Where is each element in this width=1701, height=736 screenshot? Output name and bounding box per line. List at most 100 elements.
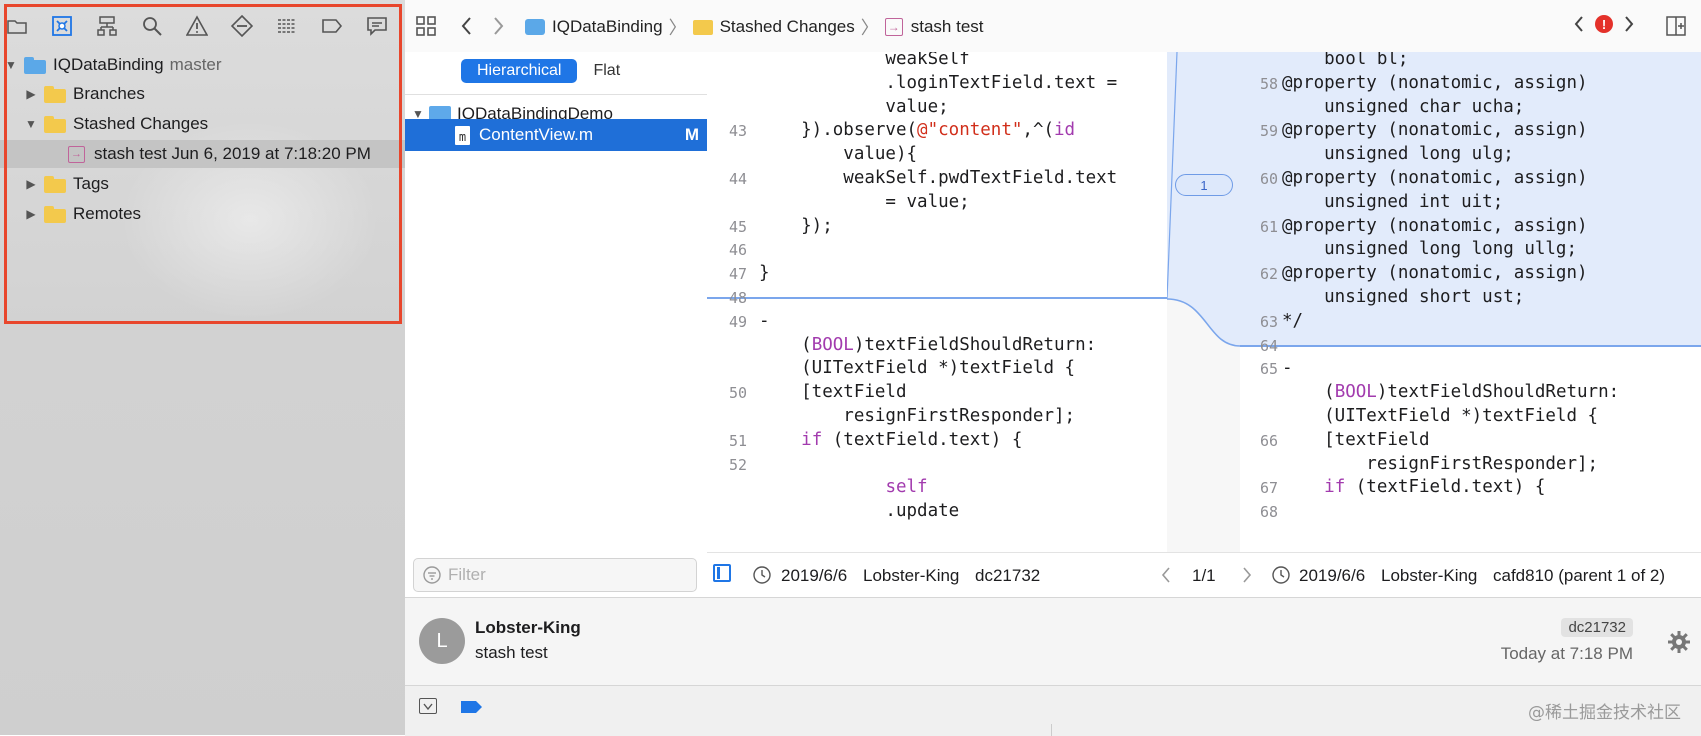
change-count-badge[interactable]: 1 [1175, 174, 1233, 196]
line-number: 59 [1259, 122, 1278, 141]
diff-left-pane[interactable]: weakSelf .loginTextField.text = value; 43… [707, 52, 1167, 552]
breakpoints-icon[interactable] [460, 699, 484, 715]
warning-icon[interactable] [185, 14, 209, 38]
disclosure-triangle-icon[interactable]: ▶ [24, 177, 38, 191]
report-icon[interactable] [365, 14, 389, 38]
file-row-selected[interactable]: m ContentView.m M [405, 119, 707, 151]
previous-issue-icon[interactable] [1573, 14, 1585, 34]
code-line: (UITextField *)textField { [1282, 406, 1599, 426]
line-number: 63 [1259, 312, 1278, 331]
code-line: }).observe(@"content",^(id [759, 120, 1076, 141]
commit-time: Today at 7:18 PM [1500, 644, 1633, 663]
watermark: @稀土掘金技术社区 [1528, 703, 1681, 723]
previous-change-icon[interactable] [1160, 565, 1172, 585]
test-icon[interactable] [230, 14, 254, 38]
segment-flat[interactable]: Flat [577, 59, 636, 83]
code-line: unsigned char ucha; [1282, 96, 1525, 117]
add-editor-icon[interactable] [1665, 13, 1687, 39]
line-number: 65 [1259, 360, 1278, 379]
commit-info-panel: L Lobster-King stash test dc21732 Today … [405, 597, 1701, 686]
navigator-toolbar [0, 8, 405, 46]
left-commit-date: 2019/6/6 [781, 566, 848, 585]
disclosure-triangle-icon[interactable]: ▶ [24, 207, 38, 221]
disclosure-triangle-icon[interactable]: ▼ [24, 117, 38, 131]
folder-icon[interactable] [5, 14, 29, 38]
next-change-icon[interactable] [1241, 565, 1253, 585]
toggle-sidebar-icon[interactable] [713, 564, 731, 582]
back-icon[interactable] [460, 13, 474, 39]
breadcrumb: IQDataBinding 〉 Stashed Changes 〉 → stas… [525, 14, 984, 40]
search-icon[interactable] [140, 14, 164, 38]
breadcrumb-item[interactable]: stash test [911, 17, 984, 37]
line-number: 52 [728, 455, 747, 474]
line-number: 68 [1259, 503, 1278, 522]
code-line: } [759, 263, 770, 284]
grid-icon[interactable] [415, 13, 437, 39]
code-line: unsigned long long ullg; [1282, 239, 1578, 260]
segment-hierarchical[interactable]: Hierarchical [461, 59, 578, 83]
error-icon[interactable]: ! [1595, 15, 1613, 33]
tree-item-stashed[interactable]: ▼ Stashed Changes [0, 110, 405, 138]
next-issue-icon[interactable] [1623, 14, 1635, 34]
code-line: .update [759, 501, 960, 522]
right-commit-hash[interactable]: cafd810 (parent 1 of 2) [1493, 566, 1665, 586]
breadcrumb-item[interactable]: Stashed Changes [720, 17, 855, 37]
tree-item-stash[interactable]: → stash test Jun 6, 2019 at 7:18:20 PM [0, 140, 405, 168]
line-number: 51 [728, 431, 747, 450]
forward-icon[interactable] [491, 13, 505, 39]
gear-icon[interactable] [1667, 630, 1691, 654]
folder-icon [692, 19, 713, 35]
filter-field[interactable]: Filter [413, 558, 697, 592]
disclosure-triangle-icon[interactable]: ▼ [4, 58, 18, 72]
line-number: 66 [1259, 431, 1278, 450]
commit-hash-badge[interactable]: dc21732 [1561, 618, 1633, 637]
line-number: 67 [1259, 479, 1278, 498]
disclosure-triangle-icon[interactable]: ▶ [24, 87, 38, 101]
avatar: L [419, 618, 465, 664]
folder-icon [44, 175, 66, 193]
hierarchy-icon[interactable] [95, 14, 119, 38]
code-line: unsigned long ulg; [1282, 144, 1514, 165]
line-number: 64 [1259, 336, 1278, 355]
breadcrumb-item[interactable]: IQDataBinding [552, 17, 663, 37]
code-line: value; [759, 96, 949, 117]
line-number: 47 [728, 265, 747, 284]
clock-icon [1272, 566, 1290, 584]
breakpoint-icon[interactable] [320, 14, 344, 38]
repository-icon [24, 56, 46, 74]
diff-boundary-line [707, 297, 1167, 299]
debug-icon[interactable] [275, 14, 299, 38]
code-line: */ [1282, 310, 1304, 331]
commit-author: Lobster-King [475, 618, 581, 637]
left-commit-hash[interactable]: dc21732 [975, 566, 1040, 586]
stash-icon: → [884, 18, 903, 36]
code-line: [textField [1282, 429, 1430, 450]
breadcrumb-separator: 〉 [860, 18, 879, 38]
source-control-icon[interactable] [50, 14, 74, 38]
code-line: resignFirstResponder]; [759, 406, 1076, 426]
code-line: (BOOL)textFieldShouldReturn: [1282, 382, 1620, 403]
tree-item-remotes[interactable]: ▶ Remotes [0, 200, 405, 228]
modified-badge: M [684, 125, 699, 144]
file-name: ContentView.m [479, 125, 594, 144]
folder-icon [44, 205, 66, 223]
hide-debug-area-icon[interactable] [419, 698, 437, 714]
code-line: weakSelf.pwdTextField.text [759, 168, 1118, 188]
code-line: @property (nonatomic, assign) [1282, 72, 1588, 93]
filter-icon [423, 566, 441, 584]
tree-item-label: stash test Jun 6, 2019 at 7:18:20 PM [94, 144, 371, 163]
code-line: - [1282, 358, 1293, 379]
commit-message: stash test [475, 643, 548, 662]
debug-bar: @稀土掘金技术社区 [405, 685, 1701, 736]
issue-navigator: ! [1573, 14, 1635, 34]
diff-gutter: 1 [1167, 52, 1240, 552]
m-file-icon: m [455, 125, 470, 145]
code-line: = value; [759, 191, 970, 212]
code-line: }); [759, 215, 833, 236]
diff-right-pane[interactable]: bool bl; 58 @property (nonatomic, assign) … [1240, 52, 1701, 552]
tree-item-iqdatabinding[interactable]: ▼ IQDataBinding master [0, 51, 405, 79]
line-number: 45 [728, 217, 747, 236]
right-commit-date: 2019/6/6 [1299, 566, 1366, 585]
tree-item-tags[interactable]: ▶ Tags [0, 170, 405, 198]
tree-item-branches[interactable]: ▶ Branches [0, 80, 405, 108]
